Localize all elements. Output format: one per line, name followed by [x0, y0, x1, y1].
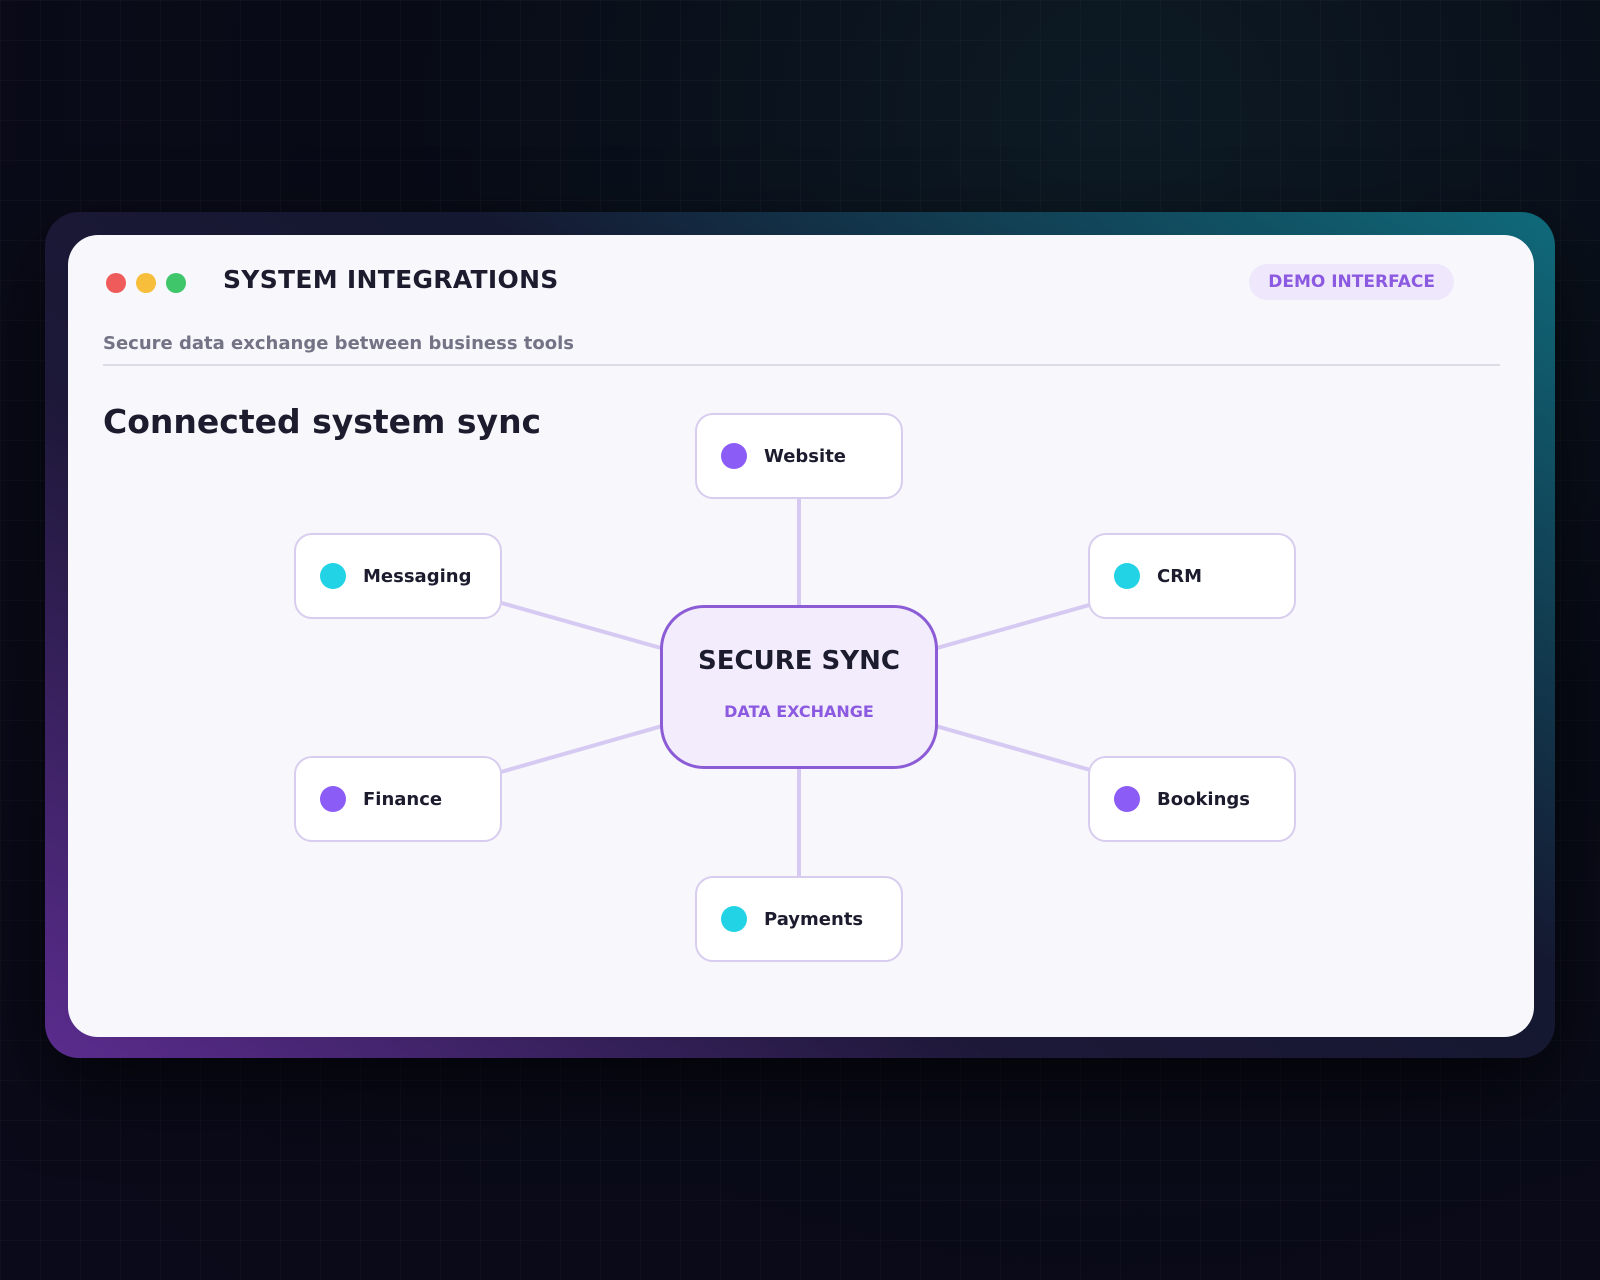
hub-title: SECURE SYNC: [698, 646, 900, 676]
status-dot-icon: [721, 443, 747, 469]
node-label: CRM: [1157, 565, 1202, 587]
node-crm[interactable]: CRM: [1088, 533, 1296, 619]
node-label: Website: [764, 445, 847, 467]
node-finance[interactable]: Finance: [294, 756, 502, 842]
node-label: Payments: [764, 908, 864, 930]
node-payments[interactable]: Payments: [695, 876, 903, 962]
status-dot-icon: [320, 786, 346, 812]
status-dot-icon: [721, 906, 747, 932]
node-bookings[interactable]: Bookings: [1088, 756, 1296, 842]
hub-node[interactable]: SECURE SYNC DATA EXCHANGE: [660, 605, 938, 769]
status-dot-icon: [1114, 786, 1140, 812]
node-label: Bookings: [1157, 788, 1251, 810]
hub-subtitle: DATA EXCHANGE: [724, 702, 874, 721]
node-label: Messaging: [363, 565, 472, 587]
status-dot-icon: [320, 563, 346, 589]
node-website[interactable]: Website: [695, 413, 903, 499]
app-window: SYSTEM INTEGRATIONS DEMO INTERFACE Secur…: [68, 235, 1534, 1037]
node-messaging[interactable]: Messaging: [294, 533, 502, 619]
node-label: Finance: [363, 788, 443, 810]
status-dot-icon: [1114, 563, 1140, 589]
